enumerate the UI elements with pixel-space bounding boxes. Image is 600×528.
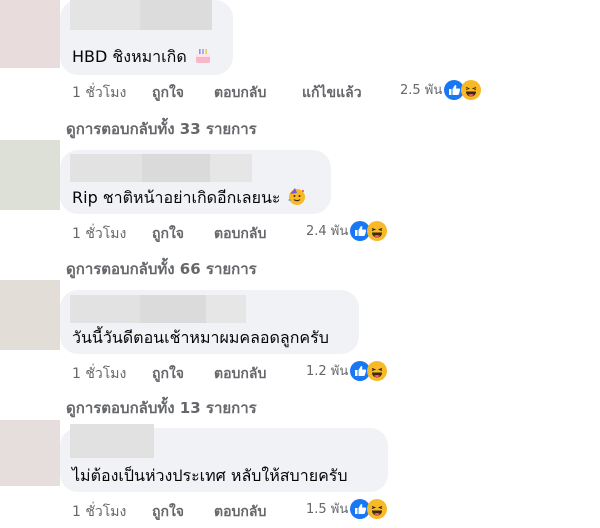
comment-actions: 1 ชั่วโมง ถูกใจ ตอบกลับ 1.2 พัน — [72, 360, 592, 385]
reaction-count: 1.5 พัน — [306, 502, 349, 517]
timestamp[interactable]: 1 ชั่วโมง — [72, 501, 126, 523]
avatar[interactable] — [0, 420, 60, 486]
cake-icon — [193, 45, 213, 69]
comment-actions: 1 ชั่วโมง ถูกใจ ตอบกลับ 2.4 พัน — [72, 220, 592, 245]
haha-reaction-icon — [367, 220, 388, 241]
haha-reaction-icon — [367, 360, 388, 381]
comment-text: ไม่ต้องเป็นห่วงประเทศ หลับให้สบายครับ — [72, 466, 348, 485]
like-button[interactable]: ถูกใจ — [152, 223, 184, 245]
reaction-summary[interactable]: 2.4 พัน — [306, 220, 388, 241]
view-replies-link[interactable]: ดูการตอบกลับทั้ง 33 รายการ — [66, 117, 257, 141]
comment-text: วันนี้วันดีตอนเช้าหมาผมคลอดลูกครับ — [72, 328, 329, 347]
haha-reaction-icon — [461, 79, 482, 100]
reaction-summary[interactable]: 1.5 พัน — [306, 498, 388, 519]
like-button[interactable]: ถูกใจ — [152, 363, 184, 385]
edited-label[interactable]: แก้ไขแล้ว — [302, 82, 362, 104]
comment-bubble: ไม่ต้องเป็นห่วงประเทศ หลับให้สบายครับ — [60, 424, 388, 492]
comment-actions: 1 ชั่วโมง ถูกใจ ตอบกลับ 1.5 พัน — [72, 498, 592, 523]
comment-text-row: HBD ชิงหมาเกิด — [72, 45, 213, 70]
reply-button[interactable]: ตอบกลับ — [214, 363, 266, 385]
like-button[interactable]: ถูกใจ — [152, 82, 184, 104]
avatar[interactable] — [0, 140, 60, 210]
reaction-summary[interactable]: 1.2 พัน — [306, 360, 388, 381]
blurred-author-name[interactable] — [70, 295, 246, 323]
avatar[interactable] — [0, 280, 60, 350]
avatar[interactable] — [0, 0, 60, 68]
haha-reaction-icon — [367, 498, 388, 519]
comment-text-row: Rip ชาติหน้าอย่าเกิดอีกเลยนะ — [72, 186, 307, 211]
reaction-count: 1.2 พัน — [306, 364, 349, 379]
comment-text-row: ไม่ต้องเป็นห่วงประเทศ หลับให้สบายครับ — [72, 464, 348, 489]
like-button[interactable]: ถูกใจ — [152, 501, 184, 523]
timestamp[interactable]: 1 ชั่วโมง — [72, 82, 126, 104]
view-replies-link[interactable]: ดูการตอบกลับทั้ง 13 รายการ — [66, 396, 257, 420]
comment-actions: 1 ชั่วโมง ถูกใจ ตอบกลับ แก้ไขแล้ว 2.5 พั… — [72, 79, 592, 104]
view-replies-link[interactable]: ดูการตอบกลับทั้ง 66 รายการ — [66, 257, 257, 281]
reaction-count: 2.4 พัน — [306, 224, 349, 239]
reply-button[interactable]: ตอบกลับ — [214, 82, 266, 104]
comment-text: HBD ชิงหมาเกิด — [72, 47, 187, 66]
comment-bubble: วันนี้วันดีตอนเช้าหมาผมคลอดลูกครับ — [60, 290, 359, 354]
reaction-count: 2.5 พัน — [400, 83, 443, 98]
blurred-author-name[interactable] — [70, 154, 252, 182]
blurred-author-name[interactable] — [70, 424, 154, 458]
reply-button[interactable]: ตอบกลับ — [214, 223, 266, 245]
reply-button[interactable]: ตอบกลับ — [214, 501, 266, 523]
party-face-icon — [287, 186, 307, 210]
comment-text: Rip ชาติหน้าอย่าเกิดอีกเลยนะ — [72, 188, 281, 207]
timestamp[interactable]: 1 ชั่วโมง — [72, 223, 126, 245]
timestamp[interactable]: 1 ชั่วโมง — [72, 363, 126, 385]
comment-bubble: Rip ชาติหน้าอย่าเกิดอีกเลยนะ — [60, 150, 331, 214]
blurred-author-name[interactable] — [70, 0, 212, 30]
comment-bubble: HBD ชิงหมาเกิด — [60, 0, 233, 75]
reaction-summary[interactable]: 2.5 พัน — [400, 79, 482, 100]
comment-text-row: วันนี้วันดีตอนเช้าหมาผมคลอดลูกครับ — [72, 326, 329, 351]
